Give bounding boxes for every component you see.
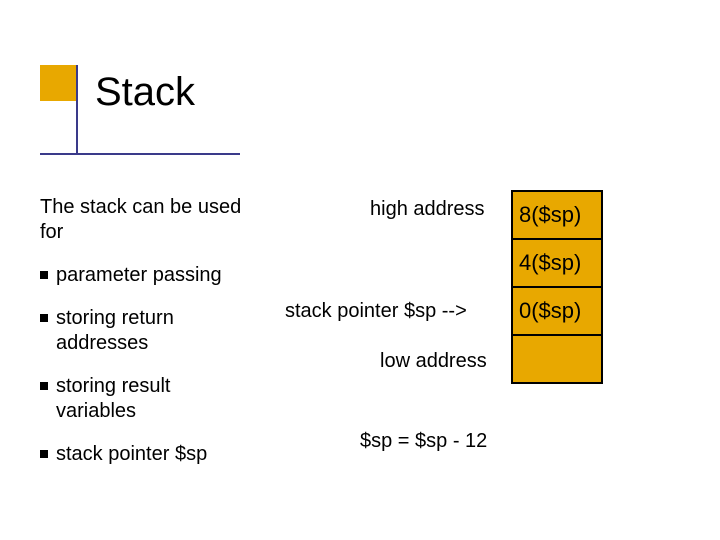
label-sp-equation: $sp = $sp - 12 [360, 430, 487, 453]
bullet-stack-pointer: stack pointer $sp [40, 442, 250, 467]
stack-cell-0sp: 0($sp) [512, 287, 602, 335]
slide-title: Stack [95, 70, 195, 115]
left-column: The stack can be used for parameter pass… [40, 195, 250, 485]
label-stack-pointer-arrow: stack pointer $sp --> [285, 300, 467, 323]
title-decoration [40, 65, 80, 145]
decoration-square [40, 65, 76, 101]
bullet-parameter-passing: parameter passing [40, 263, 250, 288]
decoration-vline [76, 65, 78, 155]
bullet-storing-result: storing result variables [40, 374, 250, 424]
label-low-address: low address [380, 350, 487, 373]
label-high-address: high address [370, 198, 485, 221]
decoration-hline [40, 153, 240, 155]
stack-cell-empty [512, 335, 602, 383]
bullet-storing-return: storing return addresses [40, 306, 250, 356]
intro-text: The stack can be used for [40, 195, 250, 245]
stack-cell-8sp: 8($sp) [512, 191, 602, 239]
stack-diagram: 8($sp) 4($sp) 0($sp) [511, 190, 603, 384]
stack-cell-4sp: 4($sp) [512, 239, 602, 287]
